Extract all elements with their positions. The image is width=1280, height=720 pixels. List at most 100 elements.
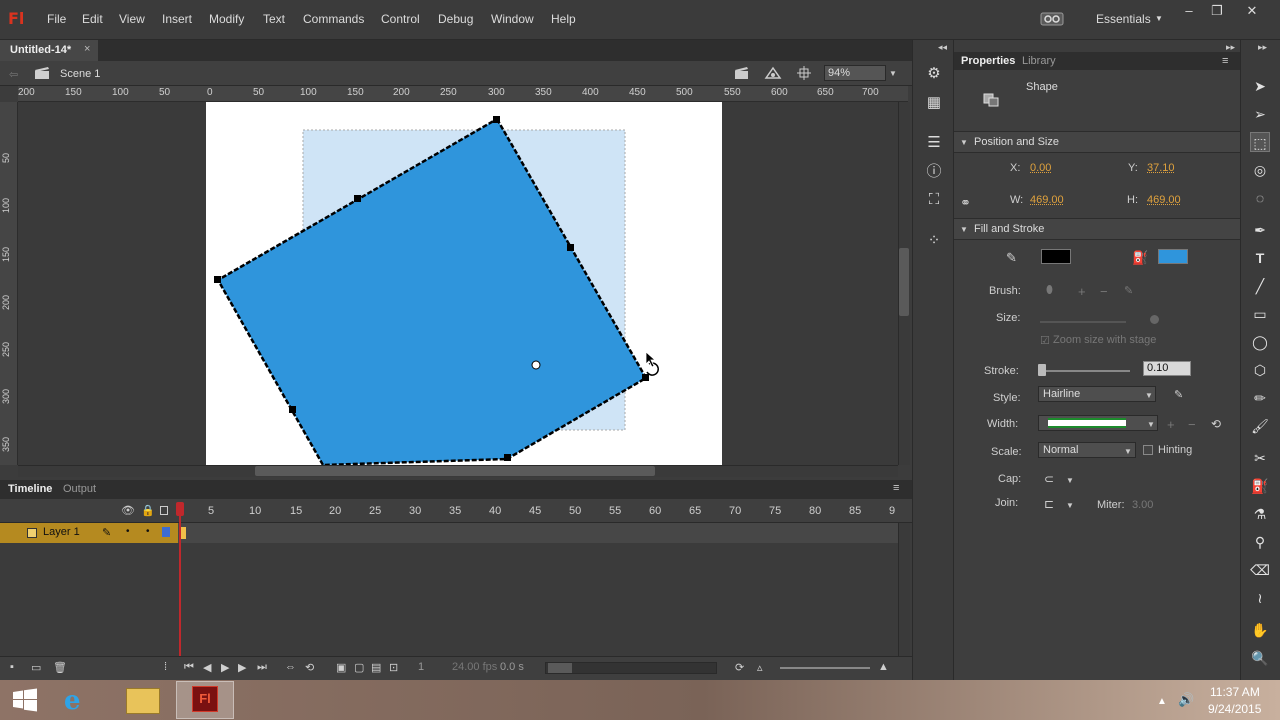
x-value[interactable]: 0.00 [1030,162,1051,174]
frame-number[interactable]: 50 [569,505,581,517]
menu-control[interactable]: Control [381,12,420,26]
pen-tool-icon[interactable]: ✒ [1250,220,1270,240]
line-tool-icon[interactable]: ╱ [1250,276,1270,296]
free-transform-tool-icon[interactable]: ⬚ [1250,132,1270,152]
eraser-tool-icon[interactable]: ⌫ [1250,560,1270,580]
onion-skin-outlines-icon[interactable]: ▢ [354,661,364,674]
edit-multiple-frames-icon[interactable]: ▤ [371,661,381,674]
close-window-button[interactable]: ✕ [1238,4,1266,18]
menu-file[interactable]: File [47,12,66,26]
frame-number[interactable]: 9 [889,505,895,517]
scene-label[interactable]: Scene 1 [60,68,100,80]
expand-arrow-icon[interactable]: ▼ [960,225,968,234]
file-explorer-icon[interactable] [126,688,160,714]
frame-number[interactable]: 55 [609,505,621,517]
expand-arrow-icon[interactable]: ▼ [960,138,968,147]
center-frame-icon[interactable]: ⇔ [285,661,296,673]
brush-tool-icon[interactable]: 🖌 [1250,416,1270,436]
play-icon[interactable]: ▶ [221,661,229,674]
align-icon[interactable]: ☰ [924,133,944,153]
reset-icon[interactable]: ⟲ [1211,417,1221,431]
menu-commands[interactable]: Commands [303,12,364,26]
clock-date[interactable]: 9/24/2015 [1208,702,1261,716]
zoom-in-timeline-icon[interactable]: ▲ [878,661,889,673]
center-stage-icon[interactable] [796,66,812,80]
tab-output[interactable]: Output [63,483,96,495]
transform-handle[interactable] [354,195,361,202]
width-tool-icon[interactable]: ≀ [1250,588,1270,608]
menu-insert[interactable]: Insert [162,12,192,26]
step-back-icon[interactable]: ◀ [203,661,211,674]
fill-color-swatch[interactable] [1158,249,1188,264]
frames-row[interactable] [178,523,898,543]
new-folder-icon[interactable]: ▭ [31,661,41,674]
chevron-down-icon[interactable]: ▼ [1124,447,1132,456]
go-to-last-frame-icon[interactable]: ⏭ [257,661,267,674]
new-layer-icon[interactable]: ▪ [10,661,14,673]
scrollbar-thumb[interactable] [899,248,909,316]
edit-symbols-icon[interactable] [764,66,786,80]
info-icon[interactable]: ⓘ [924,162,944,182]
stroke-color-swatch[interactable] [1041,249,1071,264]
frame-number[interactable]: 35 [449,505,461,517]
transform-point[interactable] [531,360,541,370]
frame-number[interactable]: 20 [329,505,341,517]
tab-library[interactable]: Library [1022,55,1056,67]
elapsed-time-value[interactable]: 0.0 s [500,661,524,673]
playhead-handle[interactable] [176,502,184,516]
clock-time[interactable]: 11:37 AM [1210,685,1260,699]
outline-icon[interactable] [160,506,168,515]
swatches-icon[interactable]: ▦ [924,93,944,113]
transform-handle[interactable] [289,406,296,413]
menu-modify[interactable]: Modify [209,12,244,26]
timeline-empty-area[interactable] [0,543,898,656]
menu-view[interactable]: View [119,12,145,26]
polystar-tool-icon[interactable]: ⬡ [1250,360,1270,380]
link-dimensions-icon[interactable]: ⚭ [960,195,971,211]
edit-stroke-style-icon[interactable]: ✎ [1174,388,1183,401]
menu-window[interactable]: Window [491,12,534,26]
hand-tool-icon[interactable]: ✋ [1250,620,1270,640]
volume-icon[interactable]: 🔊 [1178,692,1194,708]
menu-help[interactable]: Help [551,12,576,26]
transform-panel-icon[interactable]: ⛶ [924,190,944,210]
workspace-switcher[interactable]: Essentials [1096,12,1151,26]
frame-number[interactable]: 5 [208,505,214,517]
oval-tool-icon[interactable]: ◯ [1250,332,1270,352]
collapse-panel-icon[interactable]: ▸▸ [1258,42,1267,53]
workspace-gear-icon[interactable] [1040,11,1064,27]
chevron-down-icon[interactable]: ▼ [1147,420,1155,429]
lasso-tool-icon[interactable]: ◌ [1250,188,1270,208]
hinting-checkbox[interactable] [1143,445,1153,455]
fps-value[interactable]: 24.00 fps [452,661,497,673]
transform-handle[interactable] [214,276,221,283]
layer-name[interactable]: Layer 1 [43,526,80,538]
chevron-down-icon[interactable]: ▼ [889,69,897,78]
go-to-first-frame-icon[interactable]: ⏮ [184,661,194,674]
frame-number[interactable]: 40 [489,505,501,517]
internet-explorer-icon[interactable]: e [64,686,81,716]
eyedropper-tool-icon[interactable]: ⚲ [1250,532,1270,552]
layer-outline-color[interactable] [162,527,170,537]
menu-debug[interactable]: Debug [438,12,473,26]
tab-timeline[interactable]: Timeline [8,483,52,495]
zoom-tool-icon[interactable]: 🔍 [1250,648,1270,668]
loop-icon[interactable]: ⟲ [305,661,314,674]
stage-canvas[interactable] [18,102,898,465]
frame-number[interactable]: 70 [729,505,741,517]
transform-handle[interactable] [493,116,500,123]
edit-scene-icon[interactable] [733,66,751,80]
components-icon[interactable]: ⁘ [924,231,944,251]
onion-skin-icon[interactable]: ▣ [336,661,346,674]
windows-start-icon[interactable] [12,688,38,712]
cap-style-icon[interactable]: ⊂ [1044,472,1054,486]
pencil-tool-icon[interactable]: ✏ [1250,388,1270,408]
refresh-icon[interactable]: ⟳ [735,661,744,674]
menu-edit[interactable]: Edit [82,12,103,26]
bone-tool-icon[interactable]: ✂ [1250,448,1270,468]
modify-markers-icon[interactable]: ⊡ [389,661,398,674]
step-forward-icon[interactable]: ▶ [238,661,246,674]
y-value[interactable]: 37.10 [1147,162,1175,174]
frame-number[interactable]: 30 [409,505,421,517]
text-tool-icon[interactable]: T [1250,248,1270,268]
